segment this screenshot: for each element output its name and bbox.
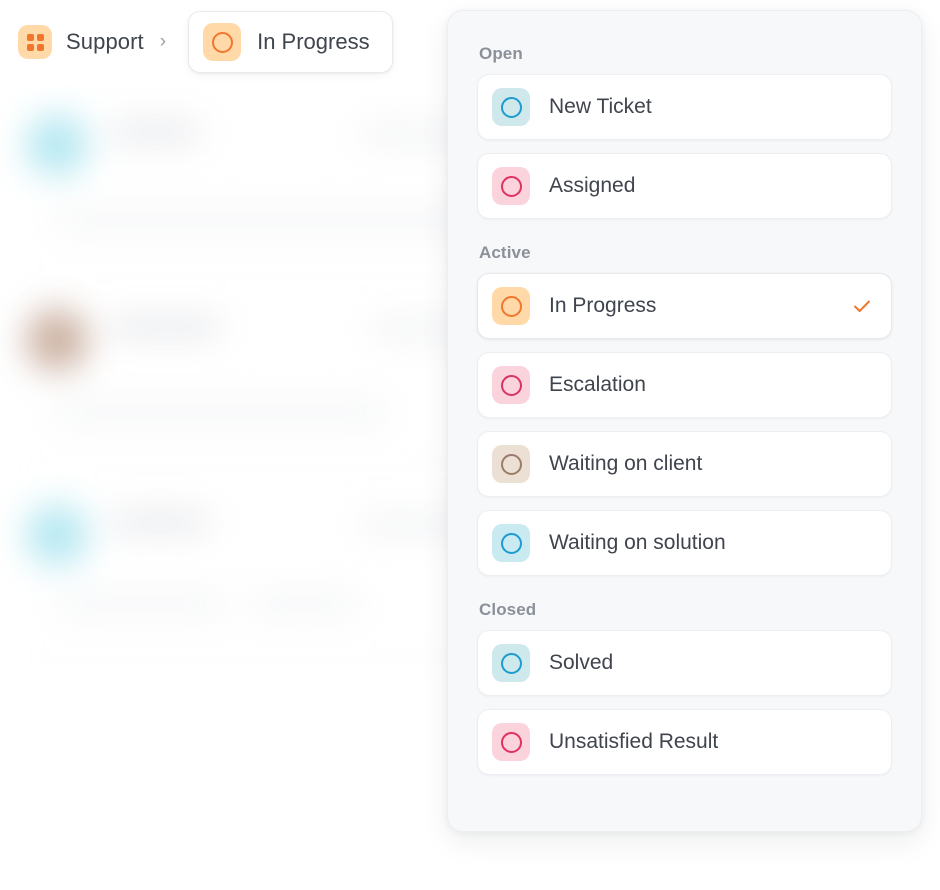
circle-outline-icon bbox=[492, 287, 530, 325]
status-option-solved[interactable]: Solved bbox=[477, 630, 892, 696]
option-list: New Ticket Assigned bbox=[477, 74, 892, 219]
section-title-active: Active bbox=[477, 243, 892, 263]
check-icon bbox=[851, 295, 873, 317]
option-list: In Progress Escalation Waiting on client Wa… bbox=[477, 273, 892, 576]
text-block bbox=[250, 596, 360, 612]
status-option-label: New Ticket bbox=[549, 95, 873, 119]
breadcrumb: Support › In Progress bbox=[18, 11, 393, 73]
status-chip-label: In Progress bbox=[257, 29, 370, 55]
avatar bbox=[26, 504, 88, 566]
status-option-label: Assigned bbox=[549, 174, 873, 198]
circle-outline-icon bbox=[492, 445, 530, 483]
section-title-open: Open bbox=[477, 44, 892, 64]
breadcrumb-app-label[interactable]: Support bbox=[66, 29, 144, 55]
circle-outline-icon bbox=[492, 88, 530, 126]
status-option-label: Solved bbox=[549, 651, 873, 675]
status-option-label: Waiting on solution bbox=[549, 531, 873, 555]
avatar bbox=[26, 114, 88, 176]
status-option-label: Unsatisfied Result bbox=[549, 730, 873, 754]
avatar bbox=[26, 309, 88, 371]
status-option-waiting-on-client[interactable]: Waiting on client bbox=[477, 431, 892, 497]
circle-outline-icon bbox=[203, 23, 241, 61]
text-block bbox=[56, 404, 386, 420]
option-list: Solved Unsatisfied Result bbox=[477, 630, 892, 775]
status-option-assigned[interactable]: Assigned bbox=[477, 153, 892, 219]
status-option-in-progress[interactable]: In Progress bbox=[477, 273, 892, 339]
status-option-label: Waiting on client bbox=[549, 452, 873, 476]
status-option-waiting-on-solution[interactable]: Waiting on solution bbox=[477, 510, 892, 576]
circle-outline-icon bbox=[492, 167, 530, 205]
status-option-escalation[interactable]: Escalation bbox=[477, 352, 892, 418]
circle-outline-icon bbox=[492, 524, 530, 562]
status-picker-popover[interactable]: Open New Ticket Assigned Active In Progress E… bbox=[447, 10, 922, 832]
text-block bbox=[56, 596, 226, 612]
status-chip[interactable]: In Progress bbox=[188, 11, 393, 73]
grid-icon[interactable] bbox=[18, 25, 52, 59]
text-block bbox=[110, 319, 220, 335]
status-option-unsatisfied-result[interactable]: Unsatisfied Result bbox=[477, 709, 892, 775]
text-block bbox=[110, 514, 210, 530]
chevron-right-icon: › bbox=[158, 32, 168, 51]
status-option-new-ticket[interactable]: New Ticket bbox=[477, 74, 892, 140]
circle-outline-icon bbox=[492, 366, 530, 404]
status-option-label: In Progress bbox=[549, 294, 832, 318]
circle-outline-icon bbox=[492, 644, 530, 682]
status-option-label: Escalation bbox=[549, 373, 873, 397]
text-block bbox=[110, 124, 200, 140]
section-title-closed: Closed bbox=[477, 600, 892, 620]
circle-outline-icon bbox=[492, 723, 530, 761]
